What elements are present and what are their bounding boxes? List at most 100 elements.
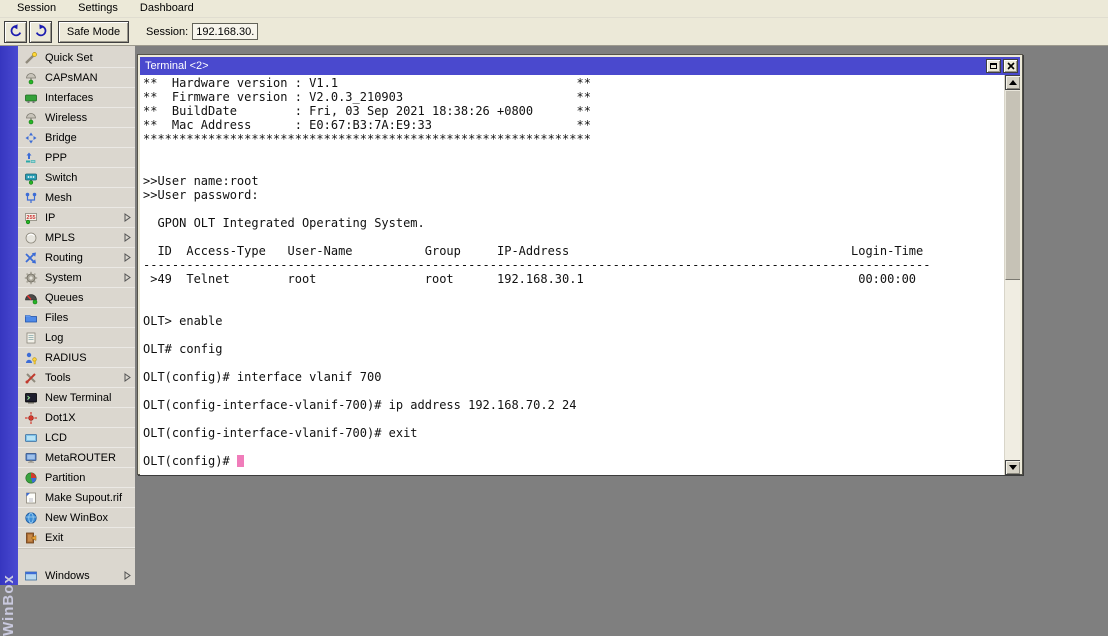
sidebar-item-exit[interactable]: Exit: [18, 528, 135, 548]
sidebar-item-windows[interactable]: Windows: [18, 566, 135, 585]
close-icon: [1006, 57, 1015, 75]
submenu-arrow-icon: [124, 373, 131, 382]
windows-icon: [24, 569, 38, 583]
terminal-window: Terminal <2> ** Hardware version : V1.1 …: [137, 54, 1023, 475]
sidebar-item-label: New Terminal: [45, 391, 112, 404]
sidebar-item-label: Switch: [45, 171, 78, 184]
sidebar-item-log[interactable]: Log: [18, 328, 135, 348]
sidebar-item-routing[interactable]: Routing: [18, 248, 135, 268]
sidebar-item-bridge[interactable]: Bridge: [18, 128, 135, 148]
sidebar-item-label: Routing: [45, 251, 83, 264]
sidebar-item-label: Log: [45, 331, 64, 344]
mesh-icon: [24, 191, 38, 205]
terminal-scrollbar[interactable]: [1004, 75, 1020, 475]
menu-settings[interactable]: Settings: [67, 1, 129, 16]
sidebar-item-quick-set[interactable]: Quick Set: [18, 48, 135, 68]
log-icon: [24, 331, 38, 345]
sidebar-item-label: CAPsMAN: [45, 71, 98, 84]
sidebar-item-label: RADIUS: [45, 351, 87, 364]
sidebar-item-label: LCD: [45, 431, 68, 444]
partition-icon: [24, 471, 38, 485]
sidebar-item-capsman[interactable]: CAPsMAN: [18, 68, 135, 88]
exit-icon: [24, 531, 38, 545]
scroll-down-icon: [1009, 465, 1017, 470]
sidebar-item-label: Files: [45, 311, 69, 324]
redo-button[interactable]: [29, 20, 52, 43]
session-address-input[interactable]: [192, 23, 259, 40]
terminal-window-title: Terminal <2>: [145, 60, 209, 72]
undo-button[interactable]: [4, 20, 27, 43]
sidebar-item-label: System: [45, 271, 82, 284]
dot1x-icon: [24, 411, 38, 425]
sidebar-item-wireless[interactable]: Wireless: [18, 108, 135, 128]
menu-bar: Session Settings Dashboard: [0, 0, 1108, 18]
undo-arrow-icon: [8, 23, 24, 40]
sidebar-item-queues[interactable]: Queues: [18, 288, 135, 308]
submenu-arrow-icon: [124, 571, 131, 580]
scroll-up-icon: [1009, 80, 1017, 85]
lcd-icon: [24, 431, 38, 445]
sidebar-item-label: Bridge: [45, 131, 77, 144]
winbox-vertical-logo: WinBox: [0, 574, 17, 636]
queues-icon: [24, 291, 38, 305]
maximize-button[interactable]: [986, 59, 1001, 73]
sidebar-item-dot1x[interactable]: Dot1X: [18, 408, 135, 428]
redo-arrow-icon: [33, 23, 49, 40]
sidebar-item-label: Quick Set: [45, 51, 93, 64]
sidebar-item-system[interactable]: System: [18, 268, 135, 288]
sidebar-item-lcd[interactable]: LCD: [18, 428, 135, 448]
sidebar-divider: [18, 548, 135, 566]
sidebar-item-new-winbox[interactable]: New WinBox: [18, 508, 135, 528]
sidebar-item-ppp[interactable]: PPP: [18, 148, 135, 168]
submenu-arrow-icon: [124, 213, 131, 222]
sidebar-item-label: Windows: [45, 569, 90, 582]
sidebar-item-tools[interactable]: Tools: [18, 368, 135, 388]
terminal-titlebar[interactable]: Terminal <2>: [140, 57, 1020, 75]
close-button[interactable]: [1003, 59, 1018, 73]
submenu-arrow-icon: [124, 233, 131, 242]
submenu-arrow-icon: [124, 273, 131, 282]
routing-icon: [24, 251, 38, 265]
menu-session[interactable]: Session: [6, 1, 67, 16]
main-toolbar: Safe Mode Session:: [0, 18, 1108, 46]
terminal-content-area[interactable]: ** Hardware version : V1.1 ** ** Firmwar…: [140, 75, 1020, 475]
winbox-accent-strip: WinBox: [0, 46, 18, 636]
sidebar-item-label: Partition: [45, 471, 86, 484]
sidebar-item-label: New WinBox: [45, 511, 108, 524]
menu-dashboard[interactable]: Dashboard: [129, 1, 205, 16]
ip-icon: 255: [24, 211, 38, 225]
sidebar-item-switch[interactable]: Switch: [18, 168, 135, 188]
sidebar-item-make-supout-rif[interactable]: Make Supout.rif: [18, 488, 135, 508]
sidebar-item-label: Make Supout.rif: [45, 491, 123, 504]
terminal-output[interactable]: ** Hardware version : V1.1 ** ** Firmwar…: [140, 75, 1020, 468]
ppp-icon: [24, 151, 38, 165]
sidebar-item-files[interactable]: Files: [18, 308, 135, 328]
metarouter-icon: [24, 451, 38, 465]
submenu-arrow-icon: [124, 253, 131, 262]
sidebar-item-label: Tools: [45, 371, 71, 384]
sidebar-item-mesh[interactable]: Mesh: [18, 188, 135, 208]
maximize-icon: [990, 63, 997, 69]
sidebar-item-label: Interfaces: [45, 91, 94, 104]
sidebar-item-label: Exit: [45, 531, 64, 544]
mpls-icon: [24, 231, 38, 245]
sidebar-item-label: Dot1X: [45, 411, 76, 424]
sidebar-item-radius[interactable]: RADIUS: [18, 348, 135, 368]
scrollbar-thumb[interactable]: [1005, 90, 1020, 280]
terminal-icon: [24, 391, 38, 405]
sidebar-item-new-terminal[interactable]: New Terminal: [18, 388, 135, 408]
sidebar-item-partition[interactable]: Partition: [18, 468, 135, 488]
switch-icon: [24, 171, 38, 185]
sidebar-item-label: PPP: [45, 151, 68, 164]
sidebar-item-label: Mesh: [45, 191, 72, 204]
sidebar-item-metarouter[interactable]: MetaROUTER: [18, 448, 135, 468]
sidebar-item-ip[interactable]: 255 IP: [18, 208, 135, 228]
sidebar-item-mpls[interactable]: MPLS: [18, 228, 135, 248]
scroll-down-button[interactable]: [1005, 460, 1020, 475]
sidebar-item-interfaces[interactable]: Interfaces: [18, 88, 135, 108]
sidebar-item-label: IP: [45, 211, 56, 224]
system-icon: [24, 271, 38, 285]
files-icon: [24, 311, 38, 325]
safe-mode-button[interactable]: Safe Mode: [58, 20, 129, 43]
scroll-up-button[interactable]: [1005, 75, 1020, 90]
